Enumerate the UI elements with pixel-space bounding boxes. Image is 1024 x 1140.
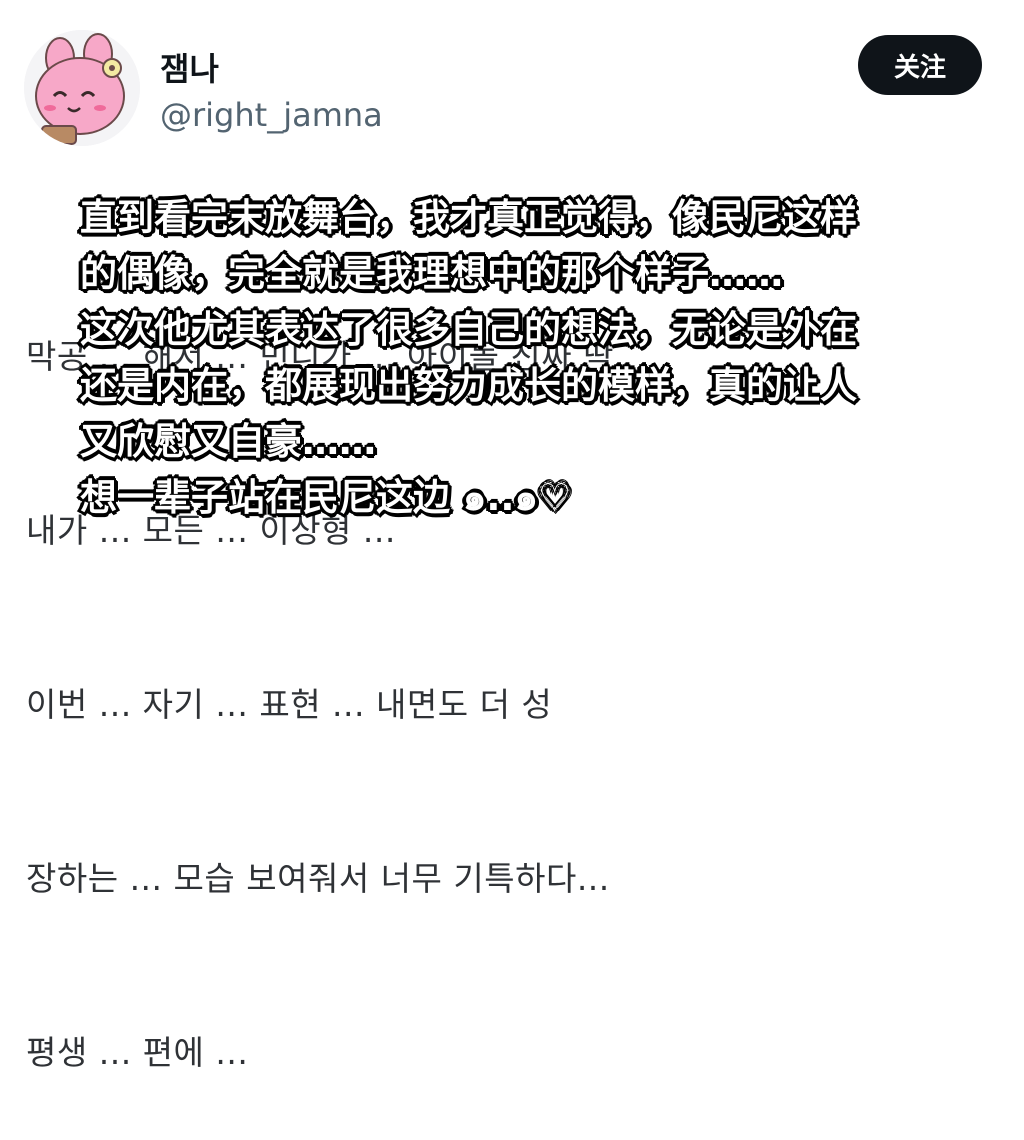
pink-bunny-avatar-icon [24,30,140,146]
overlay-line: 又欣慰又自豪…… [80,420,376,463]
overlay-line: 这次他尤其表达了很多自己的想法，无论是外在 [80,308,857,351]
overlay-line: 还是内在，都展现出努力成长的模样，真的让人 [80,364,857,407]
overlay-line: 直到看完末放舞台，我才真正觉得，像民尼这样 [80,196,857,239]
overlay-line: 想一辈子站在民尼这边 ๑..๑♡ [80,476,572,519]
tweet-line: 이번 ... 자기 ... 표현 ... 내면도 더 성 [26,685,553,724]
tweet-header: 잼나 @right_jamna 关注 [0,0,1024,160]
follow-button[interactable]: 关注 [858,35,982,95]
tweet-line: 장하는 ... 모습 보여줘서 너무 기특하다... [26,859,610,898]
translation-overlay: 直到看完末放舞台，我才真正觉得，像民尼这样 的偶像，完全就是我理想中的那个样子…… [80,190,990,526]
overlay-line: 的偶像，完全就是我理想中的那个样子…… [80,252,783,295]
tweet-line: 평생 ... 편에 ... [26,1033,249,1072]
user-handle[interactable]: @right_jamna [160,96,383,134]
display-name[interactable]: 잼나 [160,44,219,90]
avatar[interactable] [24,30,140,146]
